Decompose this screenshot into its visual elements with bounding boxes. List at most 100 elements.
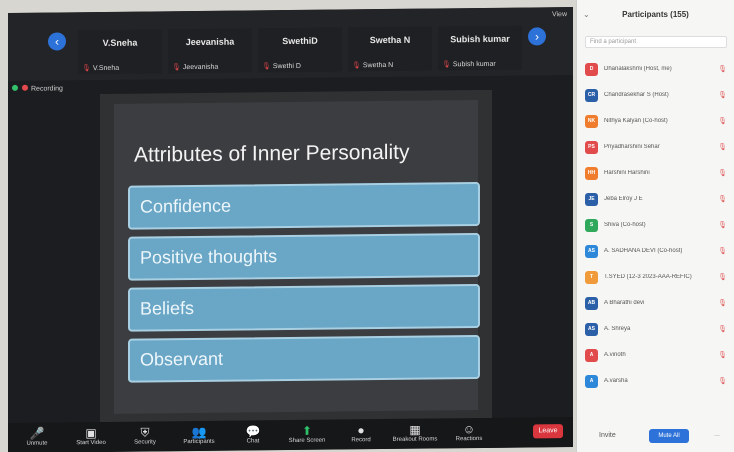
more-options-button[interactable]: ... [714,431,720,438]
video-icon: ▣ [85,426,97,441]
video-tile[interactable]: V.Sneha 🎙 V.Sneha [78,29,162,75]
participant-row[interactable]: D Dhanalakshmi (Host, me) 🎙 [585,60,731,80]
participant-name: A. SADHANA DEVI (Co-host) [604,248,683,254]
security-button[interactable]: ⛨ Security [120,425,170,446]
video-strip: ‹ V.Sneha 🎙 V.Sneha Jeevanisha 🎙 Jeevanish… [8,7,573,81]
slide-bullet: Beliefs [128,284,480,332]
previous-page-button[interactable]: ‹ [48,32,66,51]
participant-row[interactable]: AB A Bharathi devi 🎙 [585,294,731,314]
muted-mic-icon: 🎙 [718,144,727,151]
muted-mic-icon: 🎙 [718,300,727,307]
panel-footer: Invite Mute All ... [577,428,734,444]
avatar: CR [585,89,598,102]
tile-name: V.Sneha [102,37,138,48]
record-dot-icon [22,84,28,91]
chat-icon: 💬 [245,424,261,439]
muted-mic-icon: 🎙 [352,62,361,70]
slide-bullet: Positive thoughts [128,233,480,281]
shared-slide: Attributes of Inner Personality Confiden… [100,89,492,424]
avatar: PS [585,141,598,154]
muted-mic-icon: 🎙 [82,65,91,73]
participant-name: T.SYED (12-3 2023-AAA-REFIC) [604,274,692,280]
view-button[interactable]: View [552,11,567,18]
recording-indicator: Recording [12,84,63,93]
participant-row[interactable]: NK Nithya Kalyan (Co-host) 🎙 [585,112,731,132]
video-tile[interactable]: SwethiD 🎙 Swethi D [258,27,342,73]
mic-icon: 🎤 [29,426,45,441]
participant-search-input[interactable]: Find a participant [585,36,727,48]
breakout-rooms-button[interactable]: ▦ Breakout Rooms [390,422,440,443]
record-button[interactable]: ● Record [336,423,386,444]
leave-button[interactable]: Leave [533,424,563,439]
muted-mic-icon: 🎙 [718,274,727,281]
participant-name: Jeba Elroy J E [604,196,643,202]
muted-mic-icon: 🎙 [718,170,727,177]
avatar: T [585,271,598,284]
reactions-button[interactable]: ☺ Reactions [444,422,494,443]
start-video-button[interactable]: ▣ Start Video [66,426,116,447]
participant-row[interactable]: A A.vinoth 🎙 [585,346,731,366]
participants-button[interactable]: 👥 Participants [174,425,224,446]
muted-mic-icon: 🎙 [718,378,727,385]
video-tile[interactable]: Jeevanisha 🎙 Jeevanisha [168,28,252,74]
participant-name: Harshini Harshini [604,170,650,176]
muted-mic-icon: 🎙 [172,64,181,72]
record-icon: ● [357,423,365,438]
muted-mic-icon: 🎙 [718,222,727,229]
slide-bullet: Confidence [128,182,480,230]
muted-mic-icon: 🎙 [442,61,451,69]
avatar: S [585,219,598,232]
meeting-toolbar: 🎤 Unmute ▣ Start Video ⛨ Security 👥 Particip… [8,417,573,452]
participant-row[interactable]: CR Chandrasekhar S (Host) 🎙 [585,86,731,106]
participant-name: A. Shreya [604,326,631,332]
participant-name: Chandrasekhar S (Host) [604,92,669,98]
muted-mic-icon: 🎙 [262,63,271,71]
tile-name: Swetha N [369,34,411,46]
slide-bullet: Observant [128,335,480,383]
participant-row[interactable]: AS A. Shreya 🎙 [585,320,731,340]
recording-label: Recording [31,85,63,93]
invite-button[interactable]: Invite [599,432,616,439]
participant-name: Priyadharshini Sehar [604,144,660,150]
avatar: JE [585,193,598,206]
participant-name: A.vinoth [604,352,626,358]
participant-name: A.varsha [604,378,628,384]
participant-row[interactable]: A A.varsha 🎙 [585,372,731,392]
participant-name: Shiva (Co-host) [604,222,646,228]
share-icon: ⬆ [301,423,313,438]
video-tile[interactable]: Subish kumar 🎙 Subish kumar [438,25,522,71]
tile-label: Swetha N [362,61,394,70]
participant-row[interactable]: HH Harshini Harshini 🎙 [585,164,731,184]
participant-row[interactable]: T T.SYED (12-3 2023-AAA-REFIC) 🎙 [585,268,731,288]
participant-row[interactable]: JE Jeba Elroy J E 🎙 [585,190,731,210]
shield-status-icon [12,84,18,91]
tile-label: Subish kumar [452,60,496,69]
muted-mic-icon: 🎙 [718,196,727,203]
chat-button[interactable]: 💬 Chat [228,424,278,445]
collapse-chevron-icon[interactable]: ⌄ [583,10,590,19]
avatar: AB [585,297,598,310]
participant-row[interactable]: AS A. SADHANA DEVI (Co-host) 🎙 [585,242,731,262]
mute-all-button[interactable]: Mute All [649,429,689,443]
next-page-button[interactable]: › [528,27,546,46]
smile-icon: ☺ [462,422,476,437]
participant-name: Nithya Kalyan (Co-host) [604,118,668,124]
video-tile[interactable]: Swetha N 🎙 Swetha N [348,26,432,72]
unmute-button[interactable]: 🎤 Unmute [12,426,62,447]
participant-row[interactable]: S Shiva (Co-host) 🎙 [585,216,731,236]
share-screen-button[interactable]: ⬆ Share Screen [282,424,332,445]
muted-mic-icon: 🎙 [718,326,727,333]
muted-mic-icon: 🎙 [718,248,727,255]
participant-row[interactable]: PS Priyadharshini Sehar 🎙 [585,138,731,158]
participant-name: Dhanalakshmi (Host, me) [604,66,672,72]
grid-icon: ▦ [409,422,421,437]
tile-label: V.Sneha [92,64,120,73]
participant-name: A Bharathi devi [604,300,645,306]
avatar: AS [585,245,598,258]
muted-mic-icon: 🎙 [718,66,727,73]
people-icon: 👥 [191,424,207,440]
avatar: HH [585,167,598,180]
shield-icon: ⛨ [140,425,150,440]
participants-panel: ⌄ Participants (155) Find a participant … [576,0,734,452]
avatar: D [585,63,598,76]
